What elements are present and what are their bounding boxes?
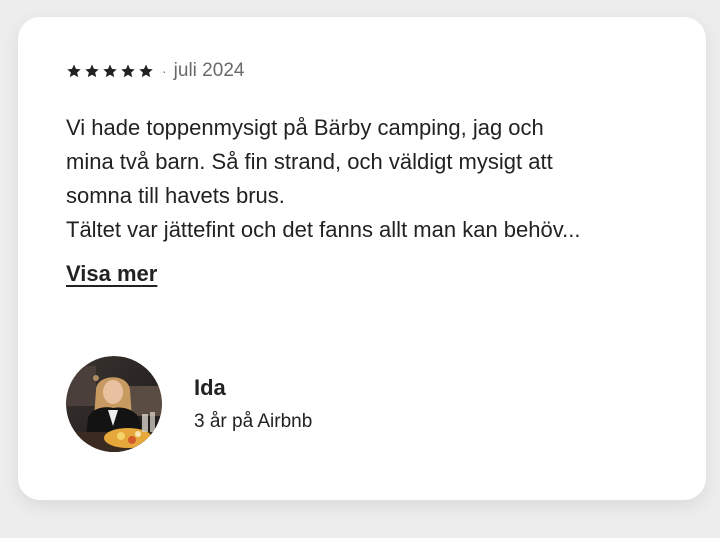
avatar[interactable] xyxy=(66,356,162,452)
star-icon xyxy=(67,64,81,78)
star-icon xyxy=(139,64,153,78)
star-icon xyxy=(85,64,99,78)
reviewer-tenure: 3 år på Airbnb xyxy=(194,411,313,432)
reviewer-info: Ida 3 år på Airbnb xyxy=(194,374,312,434)
show-more-link[interactable]: Visa mer xyxy=(66,261,157,287)
reviewer-name: Ida xyxy=(194,375,226,400)
star-icon xyxy=(103,64,117,78)
review-card: · juli 2024 Vi hade toppenmysigt på Bärb… xyxy=(18,17,706,500)
review-date: juli 2024 xyxy=(173,60,245,81)
star-rating xyxy=(66,63,154,79)
reviewer-profile[interactable]: Ida 3 år på Airbnb xyxy=(66,356,312,452)
star-icon xyxy=(121,64,135,78)
review-text: Vi hade toppenmysigt på Bärby camping, j… xyxy=(66,115,581,242)
review-meta: · juli 2024 xyxy=(66,59,244,83)
separator-dot: · xyxy=(162,63,167,79)
